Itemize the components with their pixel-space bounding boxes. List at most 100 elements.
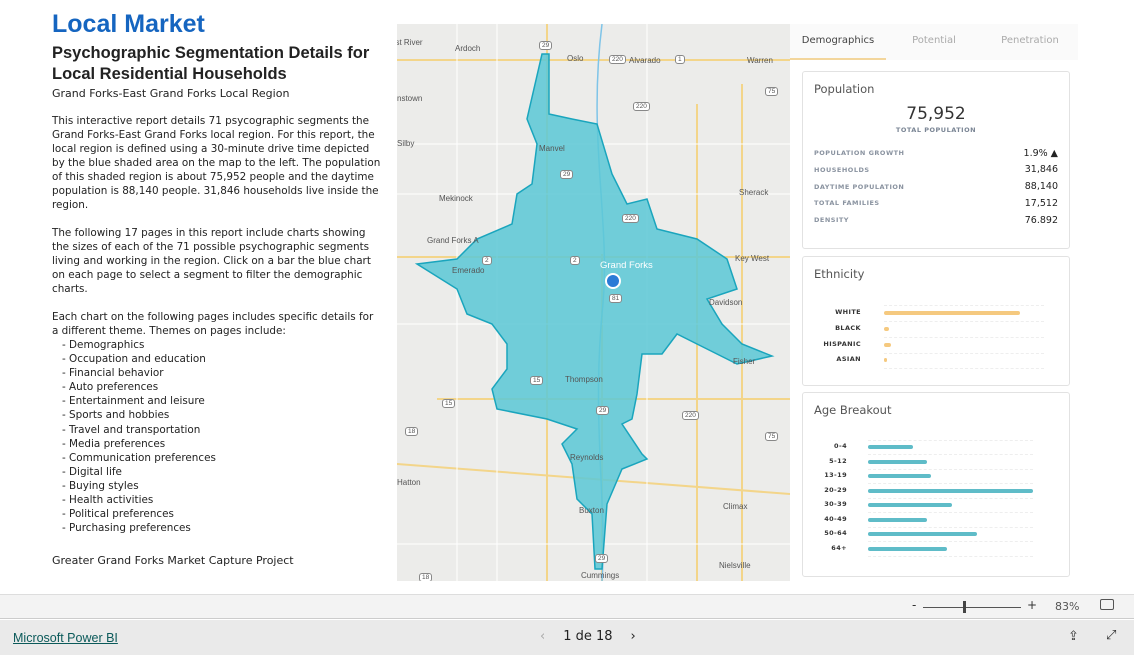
footer-bar: Microsoft Power BI ‹ 1 de 18 › ⇪ ⤢: [0, 620, 1134, 655]
map[interactable]: est River Ardoch Oslo Alvarado Warren nstown S…: [397, 24, 790, 581]
stat-value: 76.892: [1024, 214, 1058, 226]
stat-value: 88,140: [1024, 181, 1058, 193]
bar-row[interactable]: HISPANIC: [803, 337, 1069, 353]
intro-paragraph: This interactive report details 71 psyco…: [52, 115, 381, 211]
map-place-label: Cummings: [581, 571, 620, 580]
highway-shield: 75: [765, 87, 779, 96]
map-place-label: Hatton: [397, 478, 421, 487]
theme-item: - Purchasing preferences: [62, 522, 191, 535]
highway-shield: 18: [419, 573, 433, 581]
theme-item: - Media preferences: [62, 437, 166, 450]
highway-shield: 29: [560, 170, 574, 179]
stat-row: DAYTIME POPULATION 88,140: [814, 179, 1058, 195]
power-bi-link[interactable]: Microsoft Power BI: [13, 631, 118, 645]
total-population-value: 75,952: [906, 104, 966, 124]
bar[interactable]: [868, 445, 913, 449]
bar[interactable]: [868, 503, 953, 507]
highway-shield: 220: [609, 55, 626, 64]
highway-shield: 220: [622, 214, 639, 223]
map-place-label: est River: [397, 38, 423, 47]
stat-label: TOTAL FAMILIES: [814, 199, 880, 208]
map-place-label: Key West: [735, 254, 770, 263]
map-place-label: Davidson: [709, 298, 743, 307]
map-place-label: Climax: [723, 502, 748, 511]
stat-value: 1.9% ▲: [1023, 147, 1058, 159]
map-place-label: Sherack: [739, 188, 769, 197]
stat-row: DENSITY 76.892: [814, 212, 1058, 228]
bar-label: HISPANIC: [823, 339, 861, 348]
bar-label: WHITE: [835, 308, 861, 316]
highway-shield: 15: [530, 376, 544, 385]
bar-row[interactable]: BLACK: [803, 321, 1069, 337]
theme-item: - Travel and transportation: [62, 423, 201, 436]
tab-demographics[interactable]: Demographics: [790, 24, 886, 60]
theme-item: - Digital life: [62, 465, 122, 478]
next-page-icon[interactable]: ›: [631, 629, 636, 644]
bar[interactable]: [868, 459, 928, 464]
map-place-label: Warren: [747, 56, 773, 65]
stat-label: HOUSEHOLDS: [814, 165, 870, 174]
tab-potential[interactable]: Potential: [886, 24, 982, 60]
bar-label: 64+: [831, 543, 847, 552]
map-place-label: Ardoch: [455, 44, 481, 53]
prev-page-icon[interactable]: ‹: [540, 629, 545, 644]
bar[interactable]: [868, 474, 931, 478]
zoom-out-button[interactable]: -: [912, 598, 916, 612]
population-title: Population: [814, 82, 875, 96]
bar-row[interactable]: WHITE: [803, 305, 1069, 321]
theme-item: - Health activities: [62, 494, 154, 507]
project-name: Greater Grand Forks Market Capture Proje…: [52, 554, 294, 567]
highway-shield: 15: [442, 399, 456, 408]
fullscreen-icon[interactable]: ⤢: [1106, 628, 1116, 643]
theme-item: - Occupation and education: [62, 353, 206, 366]
bar-row[interactable]: 64+: [803, 541, 1069, 557]
bar-label: ASIAN: [836, 355, 861, 364]
highway-shield: 81: [609, 294, 623, 303]
bar[interactable]: [868, 488, 1033, 493]
fit-to-page-icon[interactable]: [1100, 599, 1114, 610]
highway-shield: 2: [570, 256, 580, 265]
tab-penetration[interactable]: Penetration: [982, 24, 1078, 60]
map-place-label: Buxton: [579, 506, 604, 515]
region-name: Grand Forks-East Grand Forks Local Regio…: [52, 87, 290, 100]
bar-label: BLACK: [835, 323, 861, 332]
bar[interactable]: [884, 311, 1020, 315]
zoom-slider[interactable]: [923, 607, 1021, 608]
theme-item: - Buying styles: [62, 479, 139, 492]
stat-label: DAYTIME POPULATION: [814, 182, 905, 191]
age-title: Age Breakout: [814, 403, 892, 417]
theme-item: - Political preferences: [62, 508, 174, 521]
location-pin-icon: [605, 273, 621, 289]
theme-item: - Financial behavior: [62, 367, 164, 380]
highway-shield: 2: [482, 256, 492, 265]
population-card: Population 75,952 TOTAL POPULATION POPUL…: [802, 71, 1070, 249]
bar-label: 20-29: [824, 485, 847, 494]
map-place-label: Reynolds: [570, 453, 604, 462]
ethnicity-card: Ethnicity WHITE BLACK HISPANIC ASIAN: [802, 256, 1070, 386]
page-indicator: 1 de 18: [563, 629, 613, 644]
stat-label: POPULATION GROWTH: [814, 149, 905, 157]
page-subtitle: Psychographic Segmentation Details for L…: [52, 44, 370, 83]
bar[interactable]: [868, 532, 977, 536]
bar-row[interactable]: ASIAN: [803, 352, 1069, 368]
map-place-label: Silby: [397, 139, 415, 148]
map-place-label: Alvarado: [629, 56, 661, 65]
highway-shield: 220: [682, 411, 699, 420]
gridline: [884, 368, 1044, 370]
stat-value: 31,846: [1024, 164, 1058, 176]
bar[interactable]: [868, 517, 928, 522]
themes-paragraph: Each chart on the following pages includ…: [52, 311, 374, 337]
zoom-bar: - + 83%: [0, 594, 1134, 619]
zoom-in-button[interactable]: +: [1027, 598, 1037, 612]
map-place-label: Nielsville: [719, 561, 751, 570]
zoom-slider-handle[interactable]: [963, 601, 967, 613]
bar[interactable]: [884, 358, 887, 363]
bar[interactable]: [884, 342, 892, 347]
bar[interactable]: [868, 546, 948, 551]
bar-label: 0-4: [834, 442, 847, 450]
share-icon[interactable]: ⇪: [1068, 629, 1079, 644]
report-text: Local Market Psychographic Segmentation …: [52, 10, 382, 535]
bar[interactable]: [884, 326, 889, 331]
stat-row: TOTAL FAMILIES 17,512: [814, 195, 1058, 211]
map-place-label: Oslo: [567, 54, 584, 63]
